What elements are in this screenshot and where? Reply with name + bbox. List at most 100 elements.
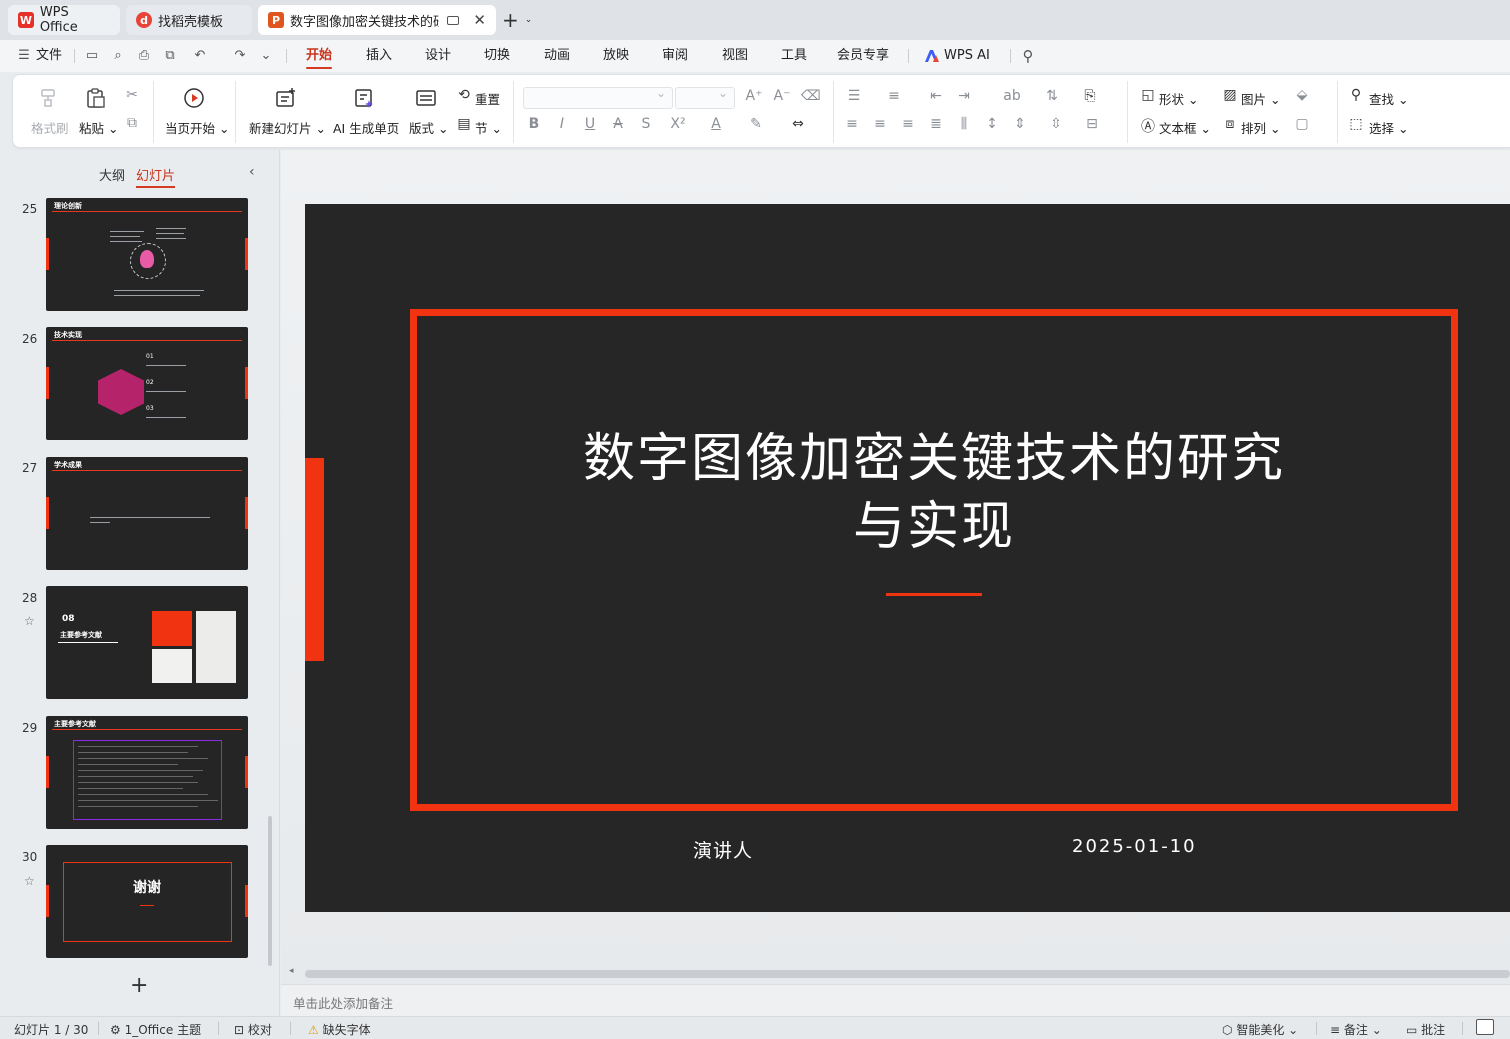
chevron-down-icon[interactable]: ⌄ (525, 15, 533, 25)
textbox-icon[interactable]: Ⓐ (1139, 116, 1157, 136)
ai-single-page-label[interactable]: AI 生成单页 (333, 118, 399, 137)
new-slide-label[interactable]: 新建幻灯片 ⌄ (249, 118, 326, 137)
fill-icon[interactable]: ⬙ (1293, 87, 1311, 103)
reset-icon[interactable]: ⟲ (455, 87, 473, 103)
new-tab-button[interactable]: + ⌄ (502, 8, 542, 32)
menu-review[interactable]: 审阅 (662, 40, 688, 72)
menu-membership[interactable]: 会员专享 (837, 40, 889, 72)
menu-view[interactable]: 视图 (722, 40, 748, 72)
tab-outline[interactable]: 大纲 (99, 165, 125, 184)
print-preview-icon[interactable]: ⧉ (162, 48, 178, 64)
convert-smartart-icon[interactable]: ⎘ (1081, 88, 1099, 104)
save-icon[interactable]: ▭ (84, 48, 100, 64)
star-icon[interactable]: ☆ (24, 874, 35, 888)
line-spacing-icon[interactable]: ↕ (983, 116, 1001, 132)
section-label[interactable]: 节 ⌄ (475, 118, 502, 137)
missing-font-button[interactable]: ⚠ 缺失字体 (308, 1021, 371, 1038)
decrease-indent-icon[interactable]: ⇤ (927, 88, 945, 104)
search-icon[interactable]: ⚲ (1020, 48, 1036, 64)
sort-icon[interactable]: ⇅ (1043, 88, 1061, 104)
select-label[interactable]: 选择 ⌄ (1369, 118, 1408, 137)
current-slide[interactable]: 数字图像加密关键技术的研究 与实现 演讲人 2025-01-10 (305, 204, 1510, 912)
numbered-list-icon[interactable]: ≡ (885, 88, 903, 104)
layout-icon[interactable] (415, 87, 437, 109)
font-color-icon[interactable]: A (707, 116, 725, 132)
highlight-icon[interactable]: ✎ (747, 116, 765, 132)
select-icon[interactable]: ⬚ (1347, 116, 1365, 132)
add-slide-icon[interactable]: + (130, 973, 148, 998)
slide-date[interactable]: 2025-01-10 (1072, 836, 1197, 857)
decrease-font-icon[interactable]: A⁻ (773, 88, 791, 104)
layout-label[interactable]: 版式 ⌄ (409, 118, 448, 137)
arrange-icon[interactable]: ⧈ (1221, 116, 1239, 132)
cut-icon[interactable]: ✂ (123, 87, 141, 103)
notes-toggle-button[interactable]: ≡ 备注 ⌄ (1330, 1021, 1382, 1038)
redo-icon[interactable]: ↷ (232, 48, 248, 64)
play-from-current-icon[interactable] (183, 87, 205, 109)
text-direction-icon[interactable]: ab (1003, 88, 1021, 104)
font-size-select[interactable] (675, 86, 735, 109)
slide-title[interactable]: 数字图像加密关键技术的研究 与实现 (410, 425, 1458, 561)
proof-button[interactable]: ⊡ 校对 (234, 1021, 272, 1038)
export-pdf-icon[interactable]: ⌕ (110, 48, 126, 64)
menu-slideshow[interactable]: 放映 (603, 40, 629, 72)
tab-templates[interactable]: d 找稻壳模板 (126, 5, 252, 35)
normal-view-icon[interactable] (1476, 1019, 1494, 1035)
menu-animation[interactable]: 动画 (544, 40, 570, 72)
menu-tools[interactable]: 工具 (781, 40, 807, 72)
menu-transition[interactable]: 切换 (484, 40, 510, 72)
slide-thumbnail-28[interactable]: 08 主要参考文献 (46, 586, 248, 699)
slide-thumbnail-26[interactable]: 技术实现 01 02 03 (46, 327, 248, 440)
star-icon[interactable]: ☆ (24, 614, 35, 628)
columns-icon[interactable]: ⇳ (1047, 116, 1065, 132)
shape-icon[interactable]: ◱ (1139, 87, 1157, 103)
panel-scrollbar[interactable] (268, 816, 272, 966)
monitor-icon[interactable] (447, 15, 460, 25)
font-family-select[interactable] (523, 86, 673, 109)
slide-thumbnail-27[interactable]: 学术成果 (46, 457, 248, 570)
slide-thumbnail-30[interactable]: 谢谢 (46, 845, 248, 958)
close-tab-icon[interactable]: ✕ (473, 11, 486, 29)
find-label[interactable]: 查找 ⌄ (1369, 89, 1408, 108)
align-center-icon[interactable]: ≡ (871, 116, 889, 132)
superscript-icon[interactable]: X² (669, 116, 687, 132)
picture-label[interactable]: 图片 ⌄ (1241, 89, 1280, 108)
menu-design[interactable]: 设计 (425, 40, 451, 72)
paste-icon[interactable] (85, 87, 107, 109)
italic-icon[interactable]: I (553, 116, 571, 132)
strikethrough-icon[interactable]: A (609, 116, 627, 132)
find-icon[interactable]: ⚲ (1347, 87, 1365, 103)
char-spacing-icon[interactable]: ⇔ (789, 116, 807, 132)
underline-icon[interactable]: U (581, 116, 599, 132)
comments-button[interactable]: ▭ 批注 (1406, 1021, 1445, 1038)
menu-insert[interactable]: 插入 (366, 40, 392, 72)
print-icon[interactable]: ⎙ (136, 48, 152, 64)
increase-font-icon[interactable]: A⁺ (745, 88, 763, 104)
shadow-text-icon[interactable]: S (637, 116, 655, 132)
copy-icon[interactable]: ⧉ (123, 115, 141, 131)
paste-label[interactable]: 粘贴 ⌄ (79, 118, 118, 137)
outline-icon[interactable]: ▢ (1293, 116, 1311, 132)
reset-label[interactable]: 重置 (475, 89, 500, 108)
slide-thumbnail-29[interactable]: 主要参考文献 (46, 716, 248, 829)
align-left-icon[interactable]: ≡ (843, 116, 861, 132)
new-slide-icon[interactable] (275, 87, 297, 109)
justify-icon[interactable]: ≣ (927, 116, 945, 132)
bold-icon[interactable]: B (525, 116, 543, 132)
bullet-list-icon[interactable]: ☰ (845, 88, 863, 104)
paragraph-spacing-icon[interactable]: ⇕ (1011, 116, 1029, 132)
text-box-align-icon[interactable]: ⊟ (1083, 116, 1101, 132)
textbox-label[interactable]: 文本框 ⌄ (1159, 118, 1211, 137)
format-painter-icon[interactable] (37, 87, 59, 109)
collapse-panel-icon[interactable]: ‹ (249, 164, 255, 180)
tab-current-document[interactable]: P 数字图像加密关键技术的研究与实现 ✕ (258, 5, 496, 35)
section-icon[interactable]: ▤ (455, 116, 473, 132)
shape-label[interactable]: 形状 ⌄ (1159, 89, 1198, 108)
ai-single-page-icon[interactable] (353, 87, 375, 109)
notes-area[interactable]: 单击此处添加备注 (281, 984, 1510, 1016)
distribute-icon[interactable]: ⫼ (955, 116, 973, 132)
slide-thumbnail-25[interactable]: 理论创新 (46, 198, 248, 311)
hamburger-menu-icon[interactable]: ☰ (16, 48, 32, 64)
align-right-icon[interactable]: ≡ (899, 116, 917, 132)
menu-wps-ai[interactable]: WPS AI (924, 40, 990, 72)
